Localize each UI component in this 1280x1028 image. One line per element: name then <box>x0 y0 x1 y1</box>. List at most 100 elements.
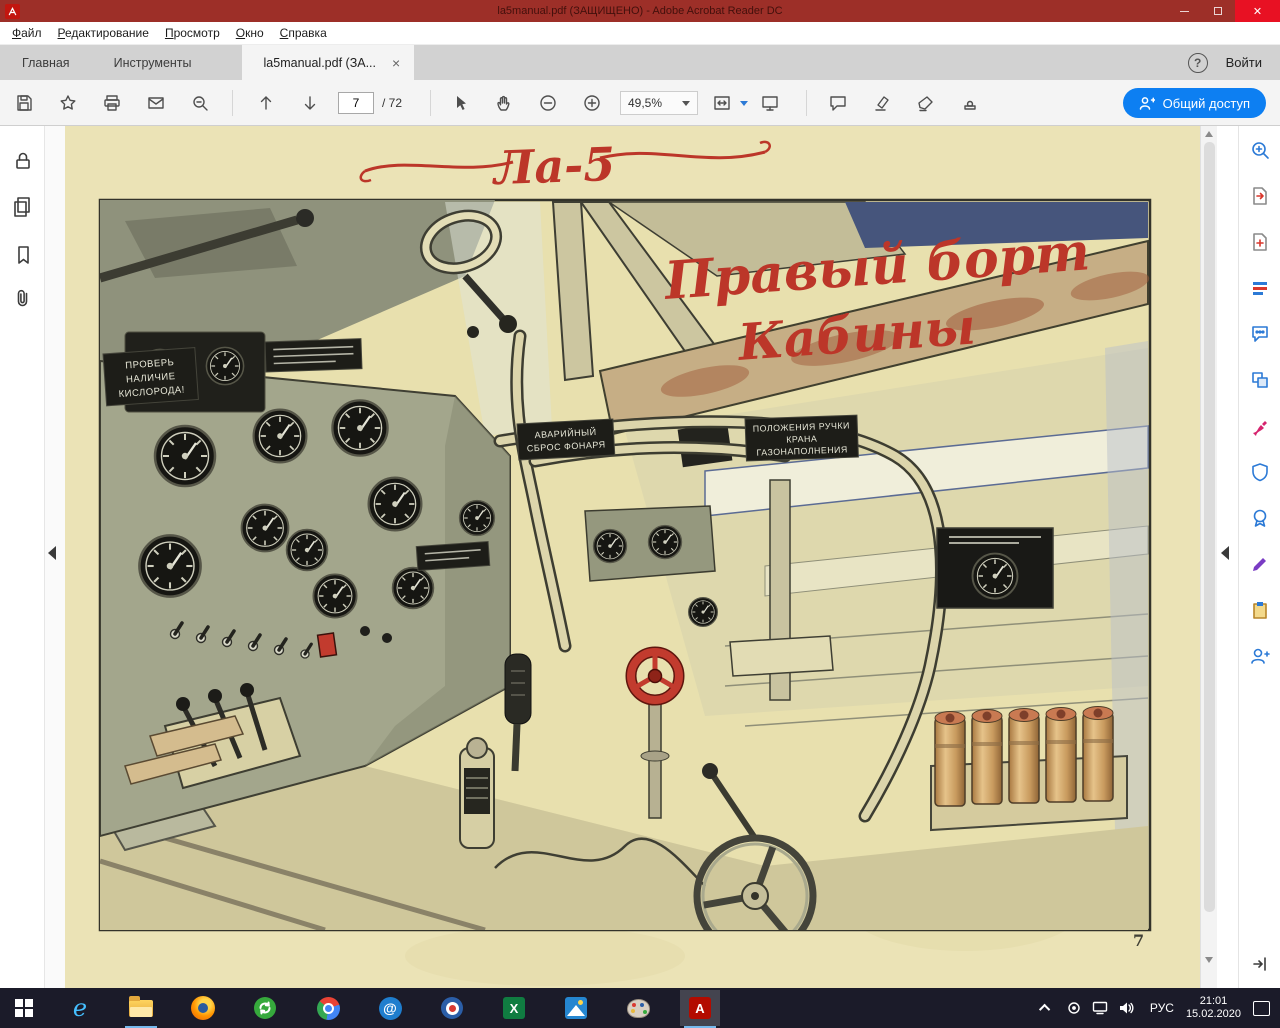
sign-pen-button[interactable] <box>912 89 940 117</box>
attachment-icon[interactable] <box>10 286 35 311</box>
print-button[interactable] <box>98 89 126 117</box>
tab-home[interactable]: Главная <box>0 45 92 80</box>
stamp-button[interactable] <box>956 89 984 117</box>
organize-pages-icon[interactable] <box>1248 276 1272 300</box>
window-titlebar: la5manual.pdf (ЗАЩИЩЕНО) - Adobe Acrobat… <box>0 0 1280 22</box>
expand-rail-icon[interactable] <box>1248 952 1272 976</box>
taskbar-paint-app[interactable] <box>618 990 658 1026</box>
create-pdf-icon[interactable] <box>1248 230 1272 254</box>
menubar: Файл Редактирование Просмотр Окно Справк… <box>0 22 1280 45</box>
scroll-up-icon[interactable] <box>1205 131 1213 137</box>
page-number-input[interactable] <box>338 92 374 114</box>
collapse-left-pane-icon[interactable] <box>48 546 56 560</box>
copy-pages-icon[interactable] <box>10 194 35 219</box>
marquee-zoom-button[interactable] <box>186 89 214 117</box>
lock-icon[interactable] <box>10 148 35 173</box>
more-tools-icon[interactable] <box>1248 644 1272 668</box>
favorites-star-button[interactable] <box>54 89 82 117</box>
help-button[interactable]: ? <box>1188 53 1208 73</box>
maximize-icon <box>1214 7 1222 15</box>
next-page-button[interactable] <box>296 89 324 117</box>
menu-help[interactable]: Справка <box>272 23 335 43</box>
zoom-in-button[interactable] <box>578 89 606 117</box>
scrollbar-thumb[interactable] <box>1204 142 1215 912</box>
taskbar-photos-app[interactable] <box>556 990 596 1026</box>
sign-in-button[interactable]: Войти <box>1226 55 1262 70</box>
measure-icon[interactable] <box>1248 552 1272 576</box>
warning-plate-2 <box>265 339 362 372</box>
taskbar-firefox[interactable] <box>183 990 223 1026</box>
save-button[interactable] <box>10 89 38 117</box>
taskbar-internet-explorer[interactable]: e <box>60 990 100 1026</box>
menu-file[interactable]: Файл <box>4 23 50 43</box>
system-tray: РУС 21:01 15.02.2020 <box>1042 988 1280 1028</box>
scroll-down-icon[interactable] <box>1205 957 1213 963</box>
tab-close-icon[interactable]: × <box>388 55 404 71</box>
photos-icon <box>565 997 587 1019</box>
menu-window[interactable]: Окно <box>228 23 272 43</box>
warning-plate-oxygen: ПРОВЕРЬ НАЛИЧИЕ КИСЛОРОДА! <box>103 348 198 406</box>
protect-icon[interactable] <box>1248 460 1272 484</box>
send-review-icon[interactable] <box>1248 598 1272 622</box>
svg-text:КРАНА: КРАНА <box>786 433 817 444</box>
taskbar-media-app[interactable] <box>432 990 472 1026</box>
fill-sign-icon[interactable] <box>1248 414 1272 438</box>
start-button[interactable] <box>0 988 48 1028</box>
email-button[interactable] <box>142 89 170 117</box>
warning-plate-valve: ПОЛОЖЕНИЯ РУЧКИ КРАНА ГАЗОНАПОЛНЕНИЯ <box>745 415 858 461</box>
tray-app-icon[interactable] <box>1064 998 1084 1018</box>
folder-icon <box>129 1000 153 1017</box>
taskbar-chrome[interactable] <box>308 990 348 1026</box>
minimize-button[interactable] <box>1167 0 1201 22</box>
network-icon[interactable] <box>1090 998 1110 1018</box>
bookmark-icon[interactable] <box>10 242 35 267</box>
maximize-button[interactable] <box>1201 0 1235 22</box>
tab-tools[interactable]: Инструменты <box>92 45 214 80</box>
svg-text:Ла-5: Ла-5 <box>491 137 616 195</box>
tools-rail <box>1238 126 1280 988</box>
certificates-icon[interactable] <box>1248 506 1272 530</box>
tabbar: Главная Инструменты la5manual.pdf (ЗА...… <box>0 45 1280 80</box>
export-pdf-icon[interactable] <box>1248 184 1272 208</box>
minimize-icon <box>1180 11 1189 12</box>
zoom-level-select[interactable]: 49,5% <box>620 91 698 115</box>
fit-width-button[interactable] <box>708 89 736 117</box>
acrobat-app-icon <box>5 4 20 19</box>
presentation-mode-button[interactable] <box>756 89 784 117</box>
sync-arrows-icon <box>254 997 276 1019</box>
menu-edit[interactable]: Редактирование <box>50 23 157 43</box>
taskbar-sync-app[interactable] <box>245 990 285 1026</box>
select-tool-button[interactable] <box>446 89 474 117</box>
page-number: 7 <box>1133 931 1144 950</box>
share-button[interactable]: Общий доступ <box>1123 88 1266 118</box>
action-center-icon[interactable] <box>1253 1001 1270 1016</box>
chevron-down-icon[interactable] <box>740 101 748 106</box>
comment-button[interactable] <box>824 89 852 117</box>
tabbar-right: ? Войти <box>1188 45 1280 80</box>
collapse-tools-pane-icon[interactable] <box>1221 546 1229 560</box>
highlight-button[interactable] <box>868 89 896 117</box>
taskbar-excel[interactable]: X <box>494 990 534 1026</box>
warning-plate-canopy: АВАРИЙНЫЙ СБРОС ФОНАРЯ <box>517 419 615 460</box>
language-indicator[interactable]: РУС <box>1150 1001 1174 1015</box>
hand-tool-button[interactable] <box>490 89 518 117</box>
flare-cartridge-rack <box>931 707 1127 831</box>
comment-tool-icon[interactable] <box>1248 322 1272 346</box>
volume-icon[interactable] <box>1116 998 1136 1018</box>
taskbar-acrobat[interactable]: A <box>680 990 720 1026</box>
menu-view[interactable]: Просмотр <box>157 23 228 43</box>
clock[interactable]: 21:01 15.02.2020 <box>1186 995 1241 1021</box>
vertical-scrollbar[interactable] <box>1200 126 1217 988</box>
acrobat-icon: A <box>689 997 711 1019</box>
cockpit-illustration: ПРОВЕРЬ НАЛИЧИЕ КИСЛОРОДА! АВАРИЙНЫЙ СБР… <box>65 126 1200 988</box>
previous-page-button[interactable] <box>252 89 280 117</box>
close-button[interactable]: ✕ <box>1235 0 1280 22</box>
taskbar-file-explorer[interactable] <box>121 990 161 1026</box>
document-viewport[interactable]: ПРОВЕРЬ НАЛИЧИЕ КИСЛОРОДА! АВАРИЙНЫЙ СБР… <box>45 126 1200 988</box>
zoom-out-button[interactable] <box>534 89 562 117</box>
tab-document[interactable]: la5manual.pdf (ЗА... × <box>242 45 415 80</box>
zoom-tool-icon[interactable] <box>1248 138 1272 162</box>
combine-files-icon[interactable] <box>1248 368 1272 392</box>
taskbar-mail[interactable]: @ <box>370 990 410 1026</box>
chevron-up-icon[interactable] <box>1039 1004 1050 1015</box>
